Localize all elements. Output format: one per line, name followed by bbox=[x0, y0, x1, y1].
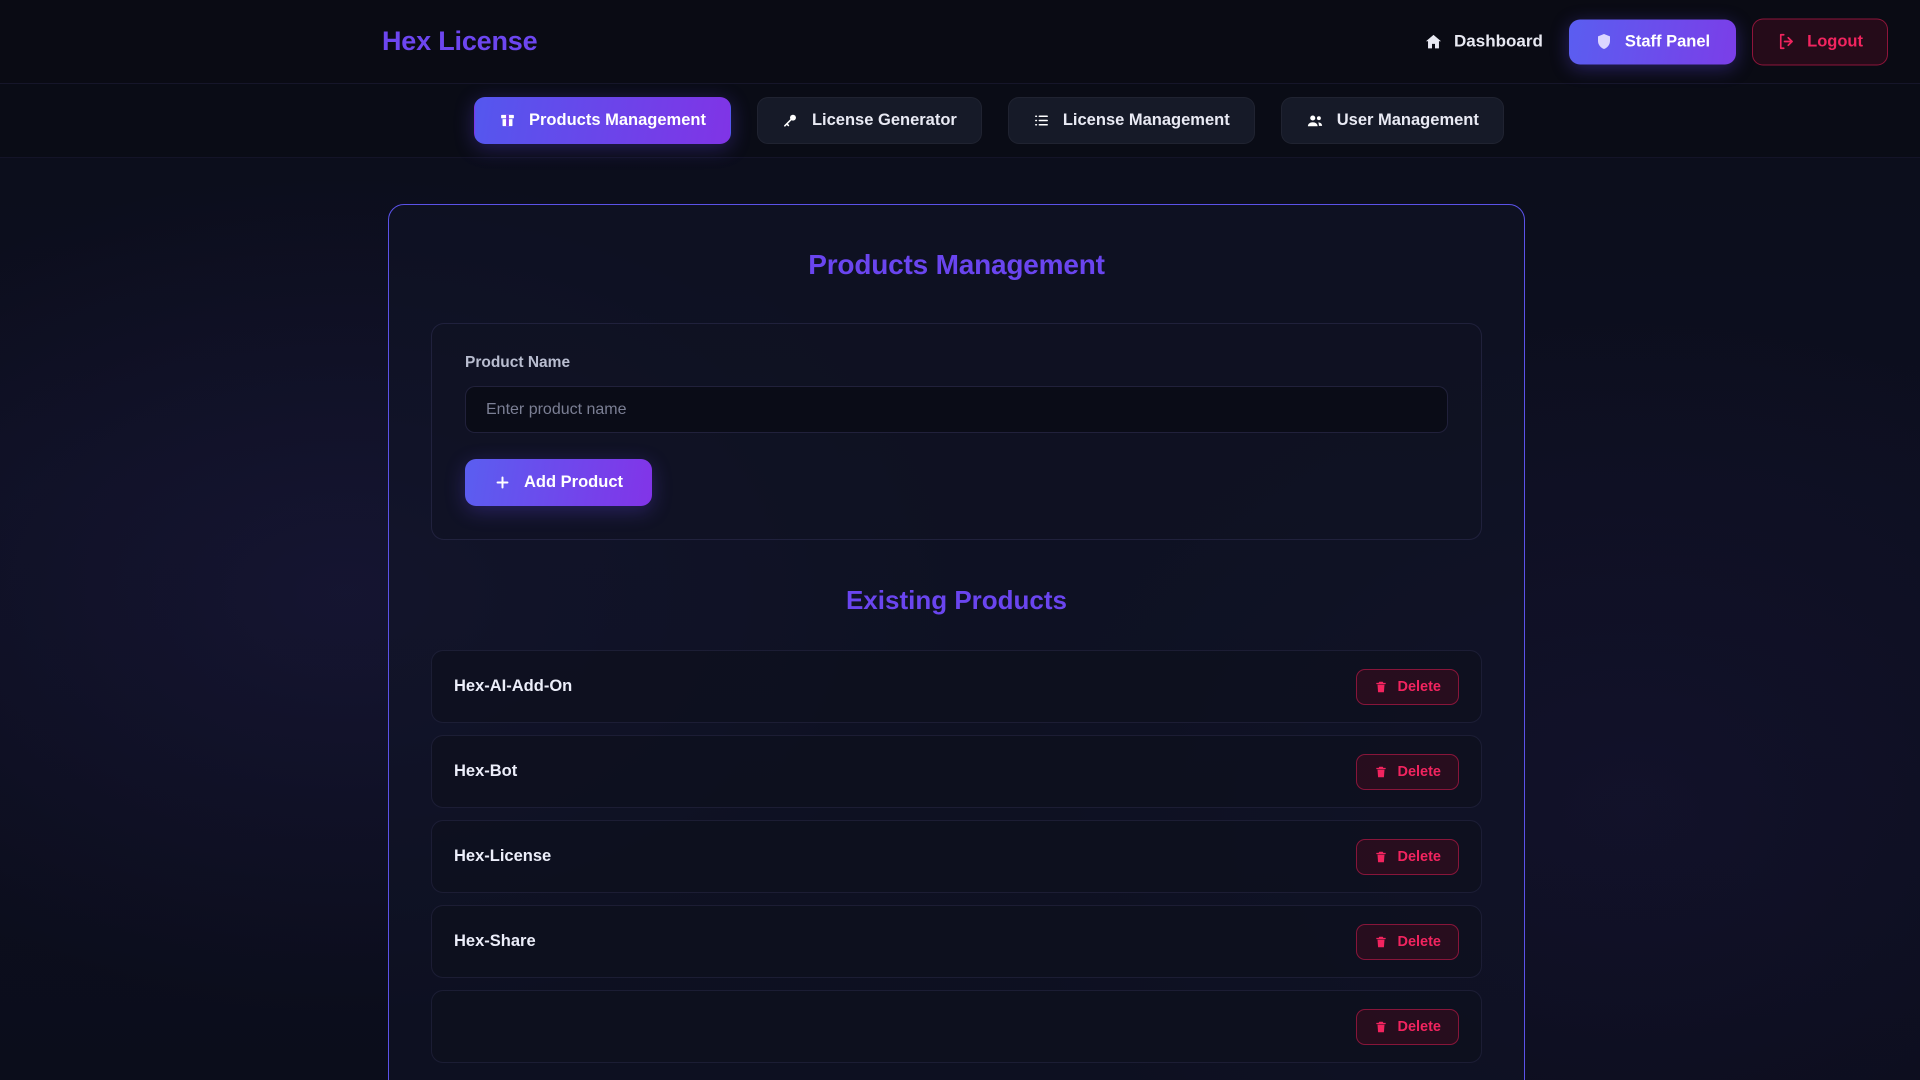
product-name: Hex-Share bbox=[454, 932, 536, 950]
logout-arrow-icon bbox=[1777, 33, 1795, 51]
key-icon bbox=[782, 112, 799, 129]
table-row: Hex-AI-Add-On Delete bbox=[431, 650, 1482, 723]
app-brand-logo: Hex License bbox=[382, 26, 538, 56]
home-icon bbox=[1424, 32, 1443, 51]
add-product-form-panel: Product Name Add Product bbox=[431, 323, 1482, 540]
existing-products-heading: Existing Products bbox=[845, 585, 1068, 615]
dashboard-link[interactable]: Dashboard bbox=[1414, 26, 1553, 58]
tab-license-management[interactable]: License Management bbox=[1007, 97, 1255, 144]
tab-license-generator[interactable]: License Generator bbox=[756, 97, 982, 144]
product-name: Hex-Bot bbox=[454, 762, 518, 780]
tab-user-management[interactable]: User Management bbox=[1280, 97, 1504, 144]
staff-panel-button[interactable]: Staff Panel bbox=[1568, 19, 1737, 64]
staff-panel-label: Staff Panel bbox=[1624, 32, 1711, 50]
table-row: Hex-License Delete bbox=[431, 820, 1482, 893]
delete-label: Delete bbox=[1397, 848, 1441, 865]
list-icon bbox=[1033, 112, 1050, 129]
product-list: Hex-AI-Add-On Delete Hex-Bot Delete Hex-… bbox=[431, 650, 1482, 1063]
products-management-card: Products Management Product Name Add Pro… bbox=[388, 204, 1525, 1080]
trash-icon bbox=[1374, 850, 1388, 864]
trash-icon bbox=[1374, 1020, 1388, 1034]
page-stage: Products Management Product Name Add Pro… bbox=[0, 158, 1920, 1080]
add-product-button[interactable]: Add Product bbox=[465, 459, 652, 506]
top-header-bar: Hex License Dashboard Staff Panel Logout bbox=[0, 0, 1920, 84]
product-name: Hex-AI-Add-On bbox=[454, 677, 573, 695]
delete-button[interactable]: Delete bbox=[1356, 923, 1459, 960]
product-name-label: Product Name bbox=[465, 354, 571, 371]
tab-label: Products Management bbox=[529, 111, 706, 129]
product-name: Hex-License bbox=[454, 847, 552, 865]
trash-icon bbox=[1374, 935, 1388, 949]
add-product-label: Add Product bbox=[524, 473, 623, 491]
shield-icon bbox=[1595, 33, 1613, 51]
logout-button[interactable]: Logout bbox=[1752, 18, 1888, 65]
delete-label: Delete bbox=[1397, 933, 1441, 950]
tab-products-management[interactable]: Products Management bbox=[474, 97, 731, 144]
header-actions: Dashboard Staff Panel Logout bbox=[1414, 18, 1888, 65]
users-icon bbox=[1306, 112, 1324, 130]
table-row: Hex-Bot Delete bbox=[431, 735, 1482, 808]
plus-icon bbox=[494, 474, 511, 491]
dashboard-link-label: Dashboard bbox=[1454, 31, 1543, 51]
tab-label: User Management bbox=[1336, 111, 1479, 129]
section-tab-bar: Products Management License Generator Li… bbox=[0, 84, 1920, 158]
delete-label: Delete bbox=[1397, 1018, 1441, 1035]
tab-label: License Management bbox=[1062, 111, 1230, 129]
table-row: Hex-Share Delete bbox=[431, 905, 1482, 978]
trash-icon bbox=[1374, 765, 1388, 779]
delete-label: Delete bbox=[1397, 763, 1441, 780]
delete-button[interactable]: Delete bbox=[1356, 1008, 1459, 1045]
trash-icon bbox=[1374, 680, 1388, 694]
table-row: Delete bbox=[431, 990, 1482, 1063]
delete-label: Delete bbox=[1397, 678, 1441, 695]
delete-button[interactable]: Delete bbox=[1356, 753, 1459, 790]
delete-button[interactable]: Delete bbox=[1356, 668, 1459, 705]
delete-button[interactable]: Delete bbox=[1356, 838, 1459, 875]
logout-label: Logout bbox=[1807, 32, 1863, 50]
box-icon bbox=[499, 112, 516, 129]
tab-label: License Generator bbox=[811, 111, 957, 129]
page-title: Products Management bbox=[808, 249, 1105, 280]
product-name-input[interactable] bbox=[465, 386, 1448, 433]
